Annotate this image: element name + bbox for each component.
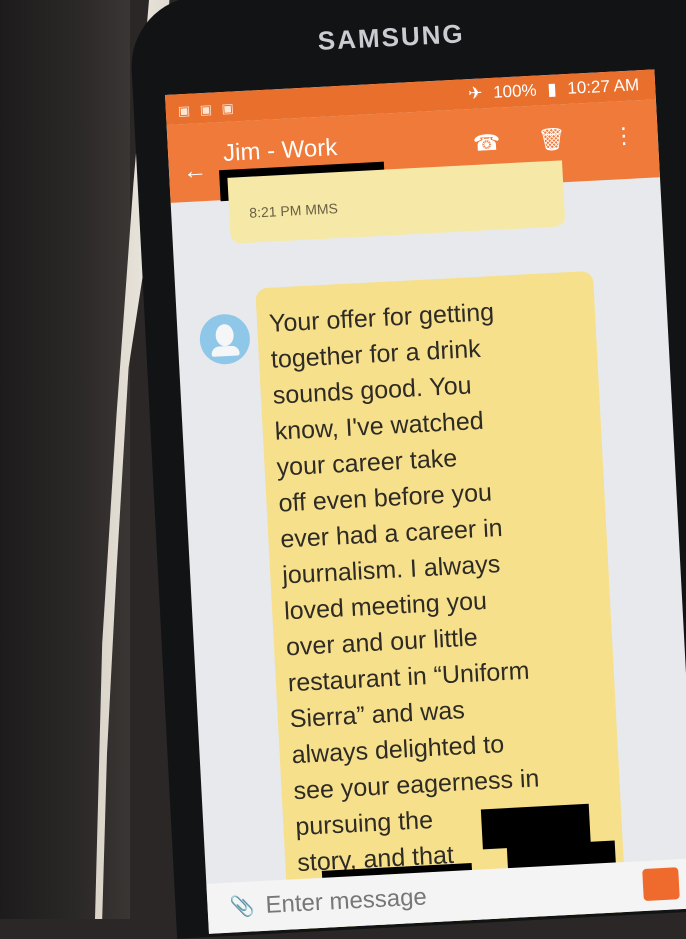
notification-icons: ▣ ▣ ▣ — [177, 100, 238, 119]
back-arrow-icon[interactable]: ← — [182, 157, 207, 186]
contact-avatar[interactable] — [198, 312, 252, 366]
airplane-icon: ✈ — [467, 83, 483, 104]
send-button[interactable] — [642, 867, 680, 902]
message-bubble[interactable]: Your offer for getting together for a dr… — [255, 270, 627, 933]
contact-title: Jim - Work — [222, 134, 338, 168]
trash-icon[interactable]: 🗑 — [537, 126, 566, 153]
attachment-icon[interactable]: 📎 — [229, 893, 255, 919]
message-timestamp: 8:21 PM MMS — [248, 200, 339, 221]
battery-icon: ▮ — [546, 79, 558, 99]
avatar-head — [215, 323, 235, 347]
message-input[interactable]: Enter message — [265, 883, 428, 919]
background-left — [0, 0, 130, 919]
more-vertical-icon[interactable]: ⋮ — [612, 122, 635, 149]
device-brand: SAMSUNG — [317, 18, 466, 56]
battery-percent: 100% — [492, 80, 538, 102]
clock: 10:27 AM — [566, 75, 640, 98]
avatar-body — [211, 345, 240, 357]
phone-screen: ▣ ▣ ▣ ✈ 100% ▮ 10:27 AM ← Jim - Work ☎ 🗑… — [165, 69, 686, 934]
phone-icon[interactable]: ☎ — [472, 130, 501, 157]
status-right: ✈ 100% ▮ 10:27 AM — [462, 75, 640, 104]
